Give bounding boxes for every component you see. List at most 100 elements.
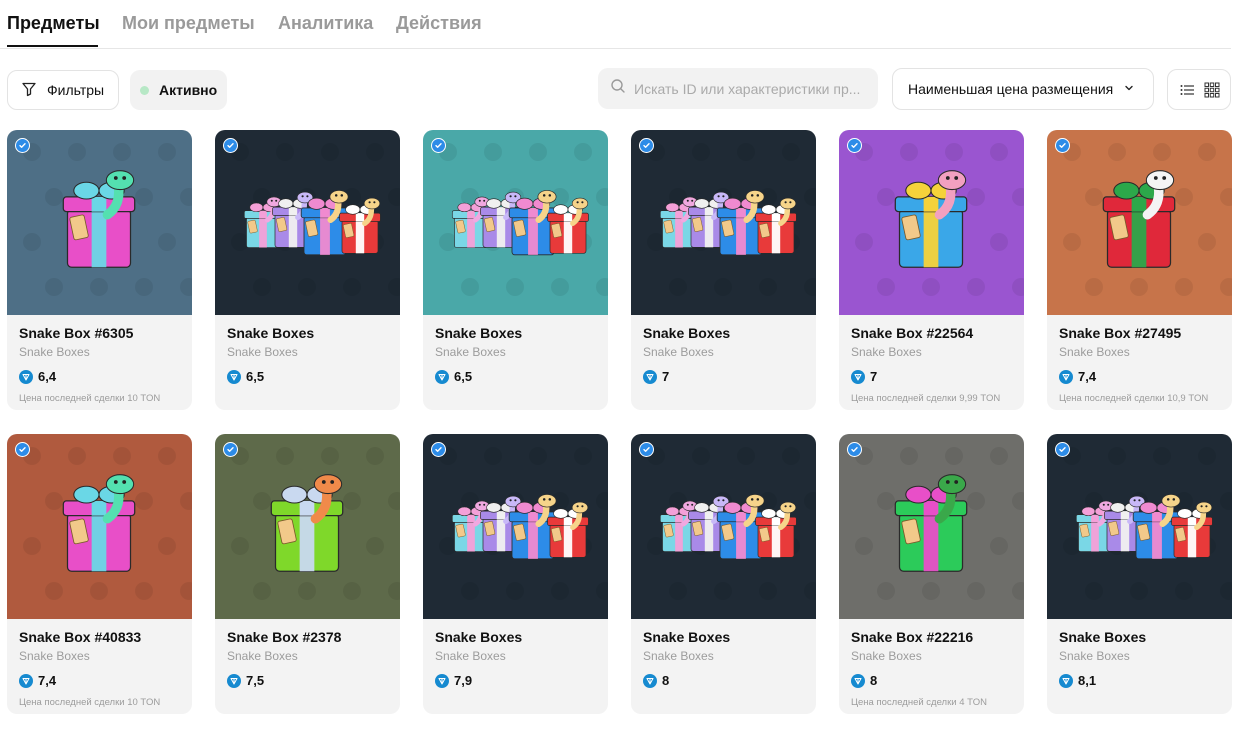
item-card[interactable]: Snake Boxes Snake Boxes 8 bbox=[631, 434, 816, 714]
ton-icon bbox=[643, 369, 657, 384]
tab-my-items[interactable]: Мои предметы bbox=[122, 13, 255, 34]
ton-icon bbox=[227, 369, 241, 384]
item-collection: Snake Boxes bbox=[1059, 345, 1130, 359]
item-collection: Snake Boxes bbox=[19, 649, 90, 663]
item-collection: Snake Boxes bbox=[851, 345, 922, 359]
item-image bbox=[839, 130, 1024, 315]
item-card[interactable]: Snake Boxes Snake Boxes 7 bbox=[631, 130, 816, 410]
price-row: 7,5 bbox=[227, 673, 388, 688]
price-row: 6,5 bbox=[435, 369, 596, 384]
item-card[interactable]: Snake Box #22216 Snake Boxes 8 Цена посл… bbox=[839, 434, 1024, 714]
verified-icon bbox=[639, 442, 654, 457]
list-view-button[interactable] bbox=[1176, 79, 1198, 101]
search-input[interactable] bbox=[634, 80, 866, 97]
search-icon bbox=[610, 78, 626, 99]
ton-icon bbox=[1059, 369, 1073, 384]
grid-view-button[interactable] bbox=[1201, 79, 1223, 101]
tab-items[interactable]: Предметы bbox=[7, 13, 100, 34]
item-title: Snake Boxes bbox=[1059, 629, 1147, 645]
item-title: Snake Boxes bbox=[643, 629, 731, 645]
item-card[interactable]: Snake Boxes Snake Boxes 6,5 bbox=[215, 130, 400, 410]
verified-icon bbox=[1055, 138, 1070, 153]
item-card[interactable]: Snake Boxes Snake Boxes 7,9 bbox=[423, 434, 608, 714]
item-card[interactable]: Snake Boxes Snake Boxes 8,1 bbox=[1047, 434, 1232, 714]
item-collection: Snake Boxes bbox=[1059, 649, 1130, 663]
filters-button[interactable]: Фильтры bbox=[7, 70, 119, 110]
search-box bbox=[598, 68, 878, 109]
item-image bbox=[423, 434, 608, 619]
verified-icon bbox=[223, 138, 238, 153]
ton-icon bbox=[435, 369, 449, 384]
price-row: 8 bbox=[643, 673, 804, 688]
item-price: 7 bbox=[662, 369, 670, 384]
item-price: 8,1 bbox=[1078, 673, 1097, 688]
ton-icon bbox=[435, 673, 449, 688]
item-price: 6,5 bbox=[246, 369, 265, 384]
filters-label: Фильтры bbox=[47, 82, 105, 98]
item-price: 7,4 bbox=[38, 673, 57, 688]
verified-icon bbox=[223, 442, 238, 457]
item-price: 7,9 bbox=[454, 673, 473, 688]
item-card[interactable]: Snake Box #40833 Snake Boxes 7,4 Цена по… bbox=[7, 434, 192, 714]
tab-bar: Предметы Мои предметы Аналитика Действия bbox=[0, 0, 1231, 49]
verified-icon bbox=[15, 442, 30, 457]
ton-icon bbox=[19, 673, 33, 688]
view-toggle bbox=[1167, 69, 1231, 110]
filter-icon bbox=[21, 81, 37, 100]
verified-icon bbox=[1055, 442, 1070, 457]
last-deal-price: Цена последней сделки 9,99 TON bbox=[851, 393, 1001, 404]
chevron-down-icon bbox=[1123, 81, 1135, 97]
item-title: Snake Box #27495 bbox=[1059, 325, 1182, 341]
tab-actions[interactable]: Действия bbox=[396, 13, 482, 34]
price-row: 8,1 bbox=[1059, 673, 1220, 688]
price-row: 7,9 bbox=[435, 673, 596, 688]
item-image bbox=[7, 130, 192, 315]
price-row: 6,4 bbox=[19, 369, 180, 384]
item-price: 6,5 bbox=[454, 369, 473, 384]
item-card[interactable]: Snake Boxes Snake Boxes 6,5 bbox=[423, 130, 608, 410]
list-icon bbox=[1180, 84, 1194, 95]
item-collection: Snake Boxes bbox=[643, 649, 714, 663]
item-title: Snake Box #2378 bbox=[227, 629, 342, 645]
price-row: 7 bbox=[851, 369, 1012, 384]
price-row: 8 bbox=[851, 673, 1012, 688]
item-collection: Snake Boxes bbox=[851, 649, 922, 663]
status-chip[interactable]: Активно bbox=[130, 70, 227, 110]
status-dot bbox=[140, 85, 149, 95]
item-price: 7,4 bbox=[1078, 369, 1097, 384]
last-deal-price: Цена последней сделки 10 TON bbox=[19, 393, 161, 404]
price-row: 7 bbox=[643, 369, 804, 384]
item-collection: Snake Boxes bbox=[19, 345, 90, 359]
sort-dropdown[interactable]: Наименьшая цена размещения bbox=[892, 68, 1154, 110]
item-card[interactable]: Snake Box #2378 Snake Boxes 7,5 bbox=[215, 434, 400, 714]
item-image bbox=[215, 434, 400, 619]
item-title: Snake Box #40833 bbox=[19, 629, 142, 645]
item-title: Snake Box #22216 bbox=[851, 629, 974, 645]
ton-icon bbox=[19, 369, 33, 384]
price-row: 7,4 bbox=[19, 673, 180, 688]
ton-icon bbox=[227, 673, 241, 688]
item-price: 6,4 bbox=[38, 369, 57, 384]
item-collection: Snake Boxes bbox=[643, 345, 714, 359]
item-title: Snake Boxes bbox=[227, 325, 315, 341]
item-title: Snake Box #6305 bbox=[19, 325, 134, 341]
ton-icon bbox=[1059, 673, 1073, 688]
tab-analytics[interactable]: Аналитика bbox=[278, 13, 373, 34]
item-card[interactable]: Snake Box #27495 Snake Boxes 7,4 Цена по… bbox=[1047, 130, 1232, 410]
item-collection: Snake Boxes bbox=[435, 649, 506, 663]
item-title: Snake Box #22564 bbox=[851, 325, 974, 341]
item-image bbox=[631, 130, 816, 315]
item-image bbox=[215, 130, 400, 315]
sort-label: Наименьшая цена размещения bbox=[908, 81, 1114, 97]
item-collection: Snake Boxes bbox=[227, 345, 298, 359]
item-card[interactable]: Snake Box #6305 Snake Boxes 6,4 Цена пос… bbox=[7, 130, 192, 410]
last-deal-price: Цена последней сделки 4 TON bbox=[851, 697, 988, 708]
ton-icon bbox=[643, 673, 657, 688]
items-grid: Snake Box #6305 Snake Boxes 6,4 Цена пос… bbox=[7, 130, 1233, 714]
item-title: Snake Boxes bbox=[643, 325, 731, 341]
price-row: 7,4 bbox=[1059, 369, 1220, 384]
status-label: Активно bbox=[159, 82, 218, 98]
item-title: Snake Boxes bbox=[435, 325, 523, 341]
price-row: 6,5 bbox=[227, 369, 388, 384]
item-card[interactable]: Snake Box #22564 Snake Boxes 7 Цена посл… bbox=[839, 130, 1024, 410]
